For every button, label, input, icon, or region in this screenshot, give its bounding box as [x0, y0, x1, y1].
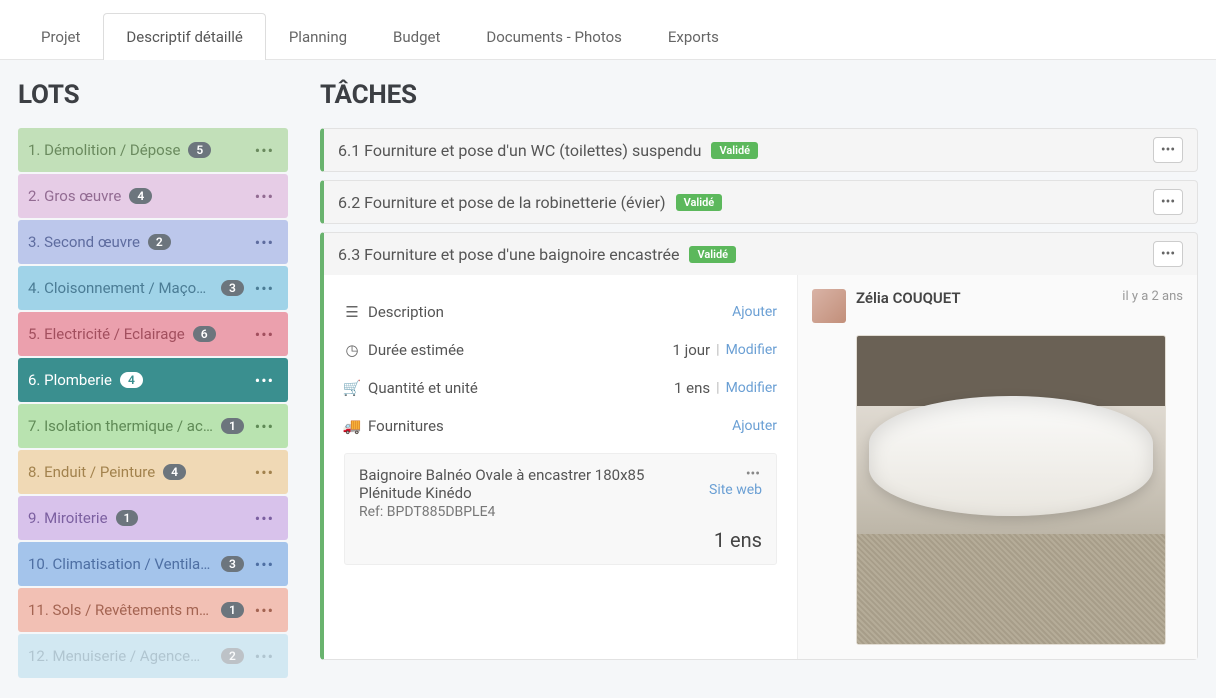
task-menu-button[interactable]: ••• — [1153, 189, 1183, 215]
supply-ref-label: Ref: — [359, 504, 383, 520]
modify-duration-link[interactable]: Modifier — [726, 342, 777, 358]
lot-menu-icon[interactable]: ••• — [251, 463, 278, 482]
lot-item-climatisation[interactable]: 10. Climatisation / Ventilatio... 3 ••• — [18, 542, 288, 586]
lot-menu-icon[interactable]: ••• — [251, 601, 278, 620]
lot-count-badge: 2 — [148, 234, 171, 250]
lot-menu-icon[interactable]: ••• — [251, 417, 278, 436]
lots-heading: LOTS — [18, 80, 288, 110]
comment-time: il y a 2 ans — [1122, 289, 1183, 304]
task-menu-button[interactable]: ••• — [1153, 137, 1183, 163]
duration-label: Durée estimée — [368, 341, 464, 359]
lot-item-isolation[interactable]: 7. Isolation thermique / acou... 1 ••• — [18, 404, 288, 448]
tab-projet[interactable]: Projet — [18, 13, 103, 60]
task-header[interactable]: 6.3 Fourniture et pose d'une baignoire e… — [324, 233, 1197, 275]
lot-label: 11. Sols / Revêtements mura... — [28, 601, 213, 619]
lot-menu-icon[interactable]: ••• — [251, 371, 278, 390]
lot-label: 10. Climatisation / Ventilatio... — [28, 555, 213, 573]
status-badge: Validé — [711, 142, 758, 159]
lot-label: 3. Second œuvre — [28, 233, 140, 251]
lot-count-badge: 1 — [221, 418, 244, 434]
lot-item-cloisonnement[interactable]: 4. Cloisonnement / Maçonn... 3 ••• — [18, 266, 288, 310]
lot-menu-icon[interactable]: ••• — [251, 509, 278, 528]
lot-item-sols[interactable]: 11. Sols / Revêtements mura... 1 ••• — [18, 588, 288, 632]
lot-item-second-oeuvre[interactable]: 3. Second œuvre 2 ••• — [18, 220, 288, 264]
comment-image[interactable] — [856, 335, 1166, 645]
lot-item-plomberie[interactable]: 6. Plomberie 4 ••• — [18, 358, 288, 402]
task-title: 6.2 Fourniture et pose de la robinetteri… — [338, 193, 666, 212]
lot-count-badge: 4 — [120, 372, 143, 388]
lot-label: 7. Isolation thermique / acou... — [28, 417, 213, 435]
lot-label: 9. Miroiterie — [28, 509, 108, 527]
task-item: 6.3 Fourniture et pose d'une baignoire e… — [320, 232, 1198, 660]
lot-item-demolition[interactable]: 1. Démolition / Dépose 5 ••• — [18, 128, 288, 172]
lot-item-electricite[interactable]: 5. Electricité / Eclairage 6 ••• — [18, 312, 288, 356]
supply-quantity: 1 ens — [359, 528, 762, 552]
quantity-label: Quantité et unité — [368, 379, 478, 397]
supply-card: Baignoire Balnéo Ovale à encastrer 180x8… — [344, 453, 777, 565]
avatar — [812, 289, 846, 323]
list-icon: ☰ — [344, 303, 360, 321]
lot-menu-icon[interactable]: ••• — [251, 647, 278, 666]
lot-count-badge: 4 — [163, 464, 186, 480]
lot-label: 4. Cloisonnement / Maçonn... — [28, 279, 213, 297]
tasks-heading: TÂCHES — [320, 80, 1198, 110]
lot-label: 12. Menuiserie / Agencement — [28, 647, 213, 665]
lot-item-menuiserie[interactable]: 12. Menuiserie / Agencement 2 ••• — [18, 634, 288, 678]
duration-value: 1 jour — [672, 341, 710, 359]
supply-menu-icon[interactable]: ••• — [709, 466, 762, 482]
lot-count-badge: 4 — [129, 188, 152, 204]
tab-budget[interactable]: Budget — [370, 13, 463, 60]
lot-list: 1. Démolition / Dépose 5 ••• 2. Gros œuvr… — [18, 128, 288, 678]
supply-ref-value: BPDT885DBPLE4 — [387, 504, 496, 520]
task-title: 6.1 Fourniture et pose d'un WC (toilette… — [338, 141, 701, 160]
lot-count-badge: 2 — [221, 648, 244, 664]
lot-count-badge: 1 — [221, 602, 244, 618]
lot-menu-icon[interactable]: ••• — [251, 555, 278, 574]
task-item: 6.1 Fourniture et pose d'un WC (toilette… — [320, 128, 1198, 172]
add-supply-link[interactable]: Ajouter — [732, 418, 777, 434]
lot-count-badge: 6 — [193, 326, 216, 342]
supplies-label: Fournitures — [368, 417, 444, 435]
lot-menu-icon[interactable]: ••• — [251, 233, 278, 252]
supply-name: Baignoire Balnéo Ovale à encastrer 180x8… — [359, 466, 709, 502]
status-badge: Validé — [676, 194, 723, 211]
task-comments-panel: Zélia COUQUET il y a 2 ans — [797, 275, 1197, 659]
lot-menu-icon[interactable]: ••• — [251, 279, 278, 298]
add-description-link[interactable]: Ajouter — [732, 304, 777, 320]
tab-descriptif[interactable]: Descriptif détaillé — [103, 13, 265, 60]
lot-label: 5. Electricité / Eclairage — [28, 325, 185, 343]
cart-icon: 🛒 — [344, 379, 360, 397]
lot-menu-icon[interactable]: ••• — [251, 141, 278, 160]
lot-count-badge: 1 — [116, 510, 139, 526]
top-tabs: Projet Descriptif détaillé Planning Budg… — [0, 0, 1216, 60]
task-item: 6.2 Fourniture et pose de la robinetteri… — [320, 180, 1198, 224]
tab-planning[interactable]: Planning — [266, 13, 370, 60]
tab-documents[interactable]: Documents - Photos — [463, 13, 644, 60]
task-title: 6.3 Fourniture et pose d'une baignoire e… — [338, 245, 679, 264]
comment-author: Zélia COUQUET — [856, 289, 961, 307]
lot-label: 8. Enduit / Peinture — [28, 463, 155, 481]
description-label: Description — [368, 303, 444, 321]
lot-count-badge: 3 — [221, 556, 244, 572]
modify-quantity-link[interactable]: Modifier — [726, 380, 777, 396]
task-menu-button[interactable]: ••• — [1153, 241, 1183, 267]
lot-label: 6. Plomberie — [28, 371, 112, 389]
lot-item-gros-oeuvre[interactable]: 2. Gros œuvre 4 ••• — [18, 174, 288, 218]
lot-count-badge: 5 — [188, 142, 211, 158]
lot-label: 2. Gros œuvre — [28, 187, 121, 205]
lot-count-badge: 3 — [221, 280, 244, 296]
lot-menu-icon[interactable]: ••• — [251, 187, 278, 206]
lot-item-miroiterie[interactable]: 9. Miroiterie 1 ••• — [18, 496, 288, 540]
lot-label: 1. Démolition / Dépose — [28, 141, 180, 159]
clock-icon: ◷ — [344, 341, 360, 359]
quantity-value: 1 ens — [674, 379, 710, 397]
tab-exports[interactable]: Exports — [645, 13, 742, 60]
supply-website-link[interactable]: Site web — [709, 482, 762, 498]
task-header[interactable]: 6.2 Fourniture et pose de la robinetteri… — [324, 181, 1197, 223]
task-header[interactable]: 6.1 Fourniture et pose d'un WC (toilette… — [324, 129, 1197, 171]
status-badge: Validé — [689, 246, 736, 263]
truck-icon: 🚚 — [344, 417, 360, 435]
lot-item-enduit[interactable]: 8. Enduit / Peinture 4 ••• — [18, 450, 288, 494]
lot-menu-icon[interactable]: ••• — [251, 325, 278, 344]
